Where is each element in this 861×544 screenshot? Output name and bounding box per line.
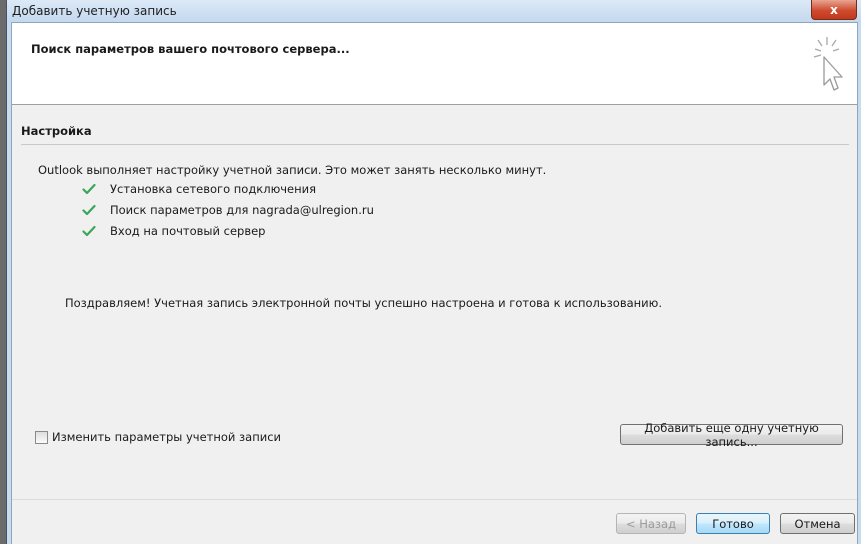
step-label: Вход на почтовый сервер <box>110 224 266 238</box>
close-icon: x <box>830 2 838 17</box>
intro-text: Outlook выполняет настройку учетной запи… <box>38 163 547 177</box>
step-label: Установка сетевого подключения <box>110 182 317 196</box>
page-title: Поиск параметров вашего почтового сервер… <box>31 42 350 56</box>
change-settings-label[interactable]: Изменить параметры учетной записи <box>52 430 281 444</box>
check-icon <box>82 183 96 195</box>
window-title: Добавить учетную запись <box>12 4 177 18</box>
check-icon <box>82 225 96 237</box>
section-title: Настройка <box>21 124 92 138</box>
close-button[interactable]: x <box>811 0 857 20</box>
wizard-header: Поиск параметров вашего почтового сервер… <box>12 23 857 105</box>
footer-divider <box>12 499 857 500</box>
add-account-dialog: Добавить учетную запись x Поиск параметр… <box>6 0 861 544</box>
title-bar[interactable]: Добавить учетную запись x <box>7 0 861 22</box>
change-settings-option[interactable]: Изменить параметры учетной записи <box>35 430 281 444</box>
step-label: Поиск параметров для nagrada@ulregion.ru <box>110 203 374 217</box>
cursor-icon <box>813 37 843 91</box>
step-item: Поиск параметров для nagrada@ulregion.ru <box>82 202 374 218</box>
section-divider <box>21 144 849 145</box>
step-item: Установка сетевого подключения <box>82 181 316 197</box>
add-another-account-button[interactable]: Добавить еще одну учетную запись... <box>620 421 843 449</box>
back-button[interactable]: < Назад <box>616 513 686 534</box>
dialog-content: Поиск параметров вашего почтового сервер… <box>11 22 858 544</box>
finish-button[interactable]: Готово <box>696 513 770 534</box>
step-item: Вход на почтовый сервер <box>82 223 265 239</box>
success-message: Поздравляем! Учетная запись электронной … <box>65 296 662 310</box>
cancel-button[interactable]: Отмена <box>780 513 855 534</box>
change-settings-checkbox[interactable] <box>35 430 48 444</box>
check-icon <box>82 204 96 216</box>
